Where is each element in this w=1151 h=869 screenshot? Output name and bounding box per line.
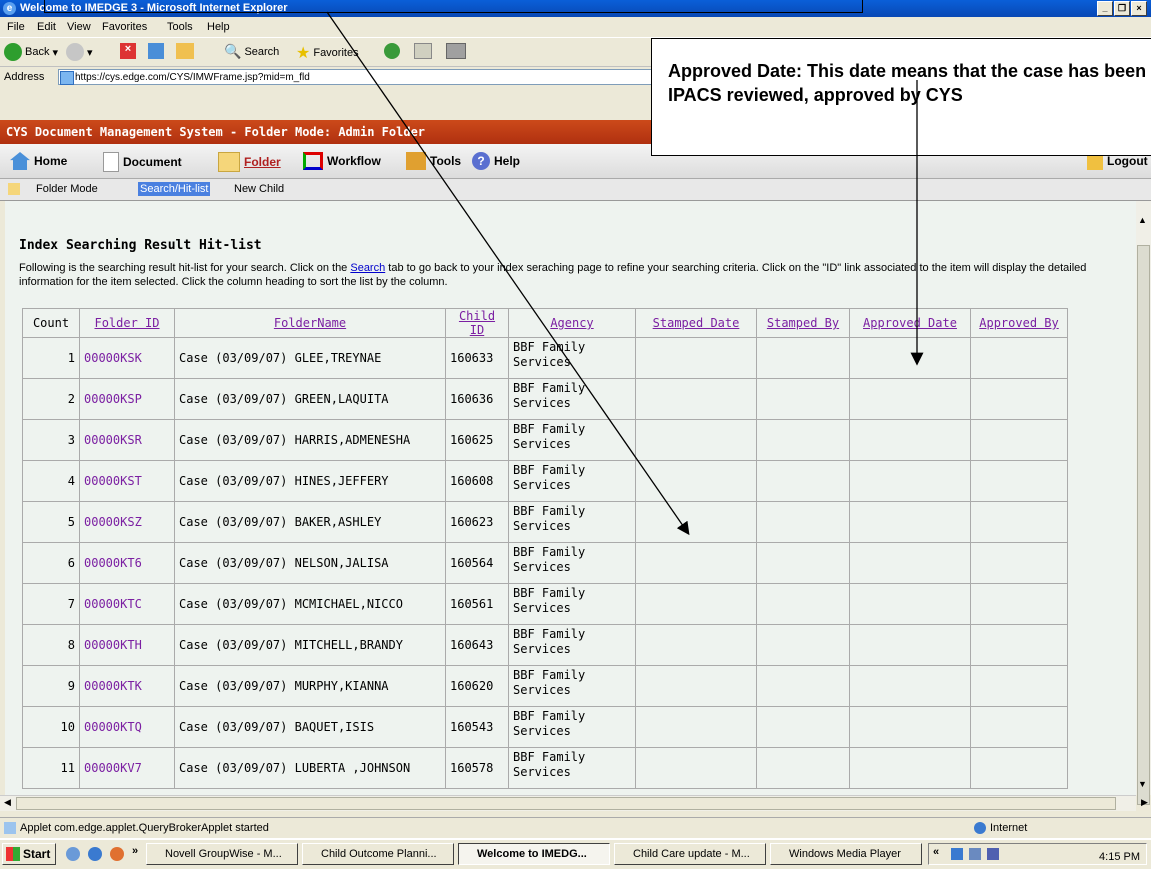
annotation-arrow-1 bbox=[326, 11, 690, 536]
annotation-arrows bbox=[326, 11, 924, 536]
